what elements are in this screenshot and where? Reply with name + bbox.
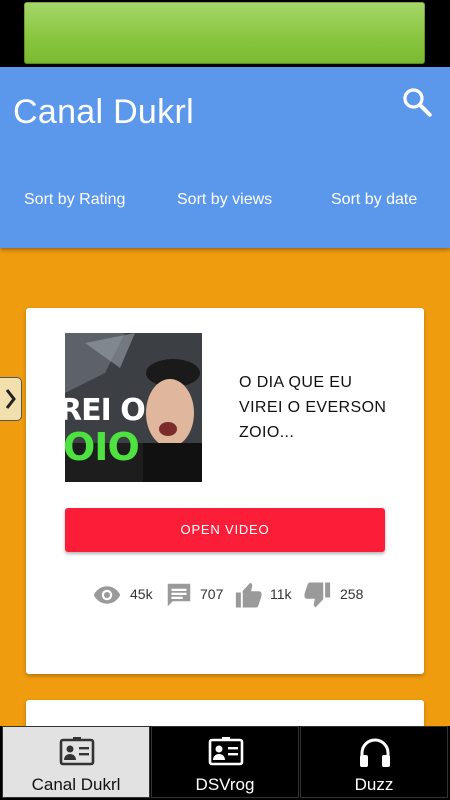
- headphones-icon: [360, 738, 390, 767]
- app-bar: Canal Dukrl Sort by Rating Sort by views…: [0, 67, 450, 248]
- video-list: REI O OIO O DIA QUE EU VIREI O EVERSON Z…: [0, 248, 450, 726]
- sort-by-views-button[interactable]: Sort by views: [177, 191, 272, 209]
- nav-label: DSVrog: [195, 775, 255, 794]
- comments-count: 707: [200, 586, 224, 602]
- thumbs-down-icon: [304, 582, 331, 608]
- eye-icon: [93, 586, 121, 604]
- ad-banner[interactable]: [24, 2, 425, 64]
- nav-item-duzz[interactable]: Duzz: [300, 726, 448, 798]
- video-card: REI O OIO O DIA QUE EU VIREI O EVERSON Z…: [26, 308, 424, 674]
- sort-by-date-button[interactable]: Sort by date: [331, 191, 417, 209]
- views-count: 45k: [130, 586, 153, 602]
- video-card: [26, 700, 424, 726]
- nav-label: Canal Dukrl: [31, 775, 121, 794]
- open-video-button[interactable]: OPEN VIDEO: [65, 508, 385, 552]
- video-title: O DIA QUE EU VIREI O EVERSON ZOIO...: [239, 374, 387, 441]
- bottom-navigation: Canal Dukrl DSVrog Duzz: [0, 726, 450, 800]
- search-icon: [403, 88, 432, 117]
- dislikes-count: 258: [340, 586, 364, 602]
- likes-count: 11k: [270, 586, 292, 602]
- sort-by-rating-button[interactable]: Sort by Rating: [24, 191, 125, 209]
- video-thumbnail[interactable]: REI O OIO: [65, 333, 202, 482]
- nav-item-dsvrog[interactable]: DSVrog: [151, 726, 299, 798]
- drawer-handle[interactable]: [0, 377, 22, 421]
- contact-card-icon: [59, 737, 95, 766]
- app-title: Canal Dukrl: [13, 93, 194, 131]
- chevron-right-icon: [5, 389, 16, 409]
- thumbnail-text-line-1: REI O: [65, 393, 146, 428]
- contact-card-icon: [208, 737, 244, 766]
- comment-icon: [167, 583, 191, 607]
- nav-label: Duzz: [354, 775, 394, 794]
- thumbnail-text-line-2: OIO: [65, 425, 140, 469]
- nav-item-canal-dukrl[interactable]: Canal Dukrl: [2, 726, 150, 798]
- thumbs-up-icon: [235, 582, 262, 608]
- search-button[interactable]: [400, 85, 434, 119]
